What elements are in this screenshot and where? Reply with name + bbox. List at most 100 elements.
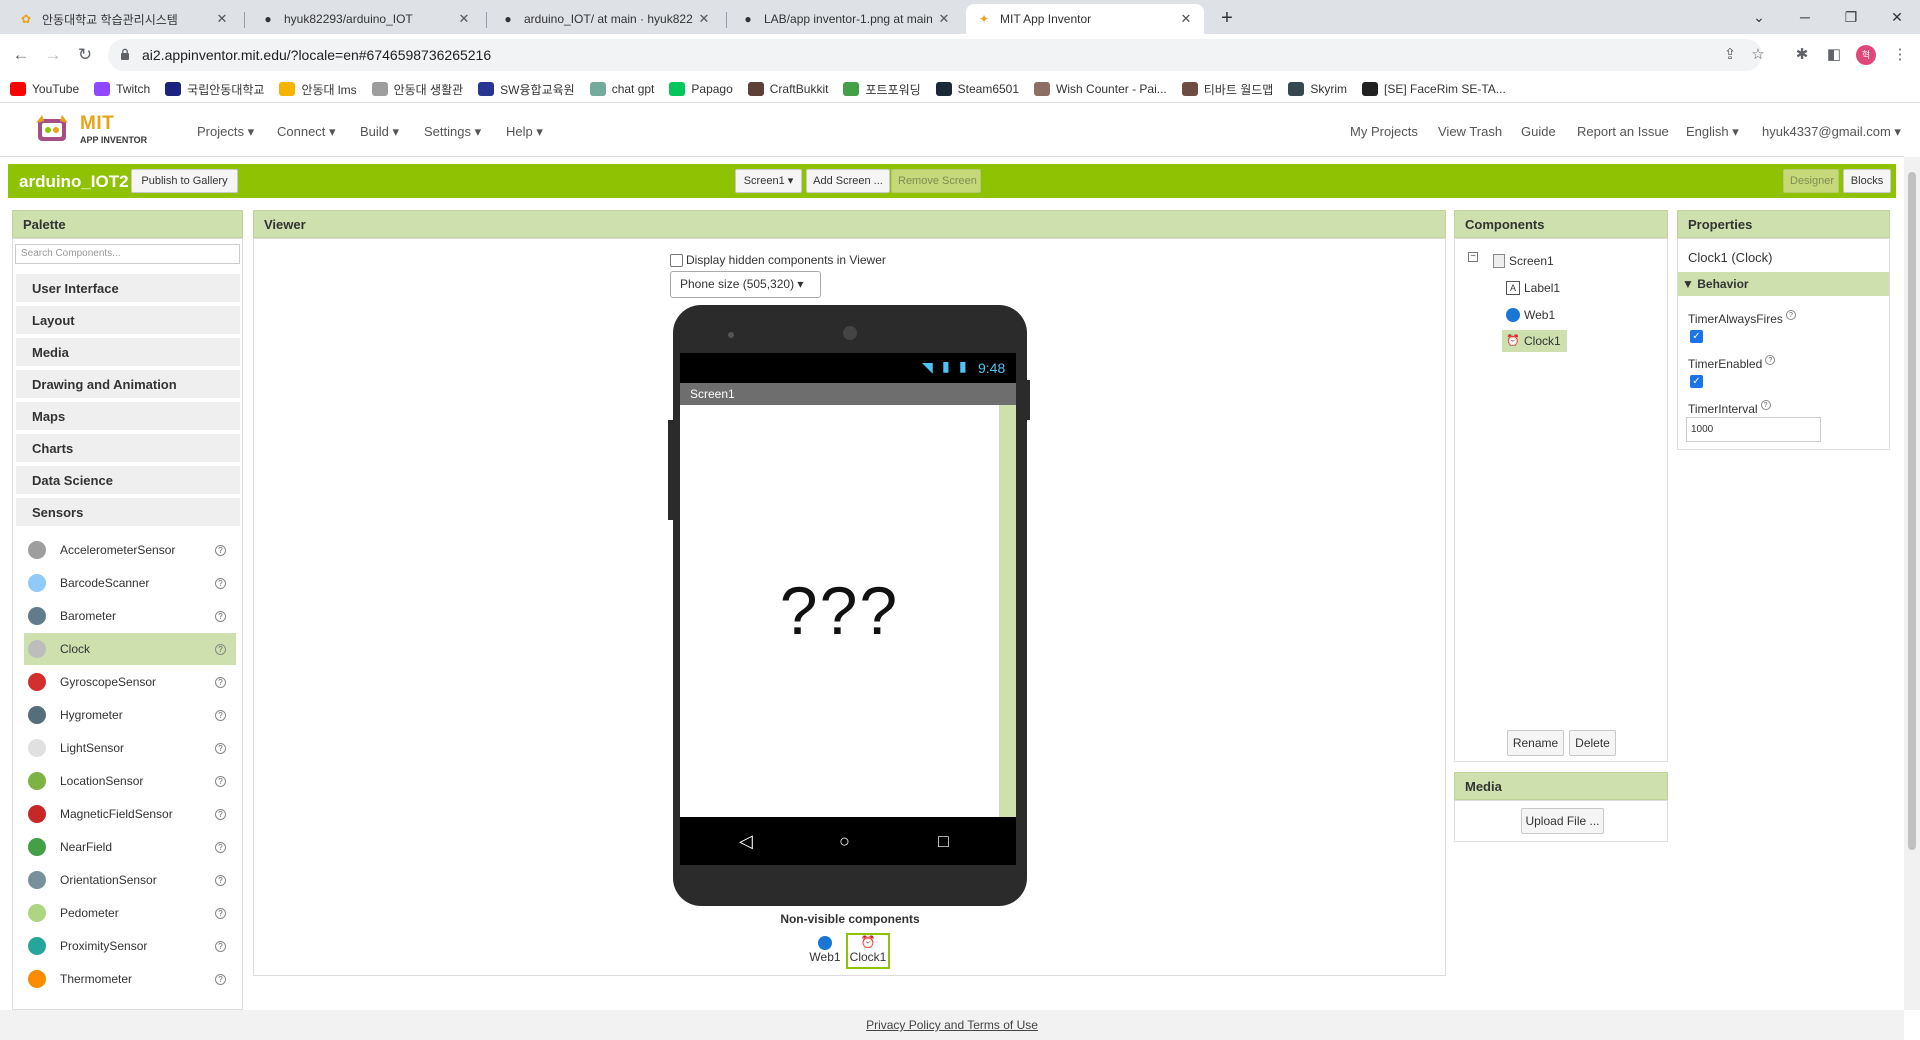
palette-category[interactable]: Charts — [16, 434, 240, 464]
page-scrollbar-thumb[interactable] — [1908, 172, 1916, 850]
add-screen-button[interactable]: Add Screen ... — [806, 169, 890, 193]
phone-size-select[interactable]: Phone size (505,320) ▾ — [670, 271, 821, 298]
chrome-menu-icon[interactable]: ⋮ — [1888, 43, 1912, 67]
help-icon[interactable]: ? — [215, 577, 226, 589]
display-hidden-toggle[interactable]: Display hidden components in Viewer — [670, 253, 886, 267]
palette-item-barometer[interactable]: Barometer? — [24, 600, 236, 632]
help-icon[interactable]: ? — [215, 940, 226, 952]
help-icon[interactable]: ? — [215, 643, 226, 655]
blocks-button[interactable]: Blocks — [1843, 169, 1891, 193]
close-icon[interactable]: ✕ — [456, 11, 472, 27]
window-close-button[interactable]: ✕ — [1874, 4, 1920, 30]
designer-button[interactable]: Designer — [1783, 169, 1839, 193]
link-guide[interactable]: Guide — [1521, 124, 1556, 139]
bookmark-item[interactable]: 국립안동대학교 — [165, 81, 264, 98]
collapse-tree-icon[interactable]: − — [1468, 252, 1478, 262]
label1-text[interactable]: ??? — [680, 572, 999, 650]
browser-tab-github-folder[interactable]: ● arduino_IOT/ at main · hyuk822 ✕ — [490, 4, 722, 34]
link-report-issue[interactable]: Report an Issue — [1577, 124, 1669, 139]
bookmark-item[interactable]: Twitch — [94, 82, 150, 96]
menu-account[interactable]: hyuk4337@gmail.com ▾ — [1762, 124, 1901, 140]
help-icon[interactable]: ? — [215, 907, 226, 919]
tab-search-icon[interactable]: ⌄ — [1736, 4, 1782, 30]
browser-tab-app-inventor[interactable]: ✦ MIT App Inventor ✕ — [966, 4, 1204, 34]
behavior-section[interactable]: ▼ Behavior — [1678, 272, 1889, 296]
help-icon[interactable]: ? — [215, 676, 226, 688]
side-panel-icon[interactable]: ◧ — [1822, 43, 1846, 67]
palette-item-pedometer[interactable]: Pedometer? — [24, 897, 236, 929]
bookmark-item[interactable]: Wish Counter - Pai... — [1034, 82, 1167, 96]
bookmark-item[interactable]: CraftBukkit — [747, 82, 828, 96]
timer-always-fires-checkbox[interactable]: ✓ — [1690, 330, 1703, 343]
tree-web1[interactable]: Web1 — [1506, 304, 1555, 326]
bookmark-item[interactable]: [SE] FaceRim SE-TA... — [1362, 82, 1506, 96]
menu-projects[interactable]: Projects ▾ — [197, 124, 254, 140]
browser-tab-github-png[interactable]: ● LAB/app inventor-1.png at main ✕ — [730, 4, 962, 34]
close-icon[interactable]: ✕ — [1178, 11, 1194, 27]
bookmark-item[interactable]: 안동대 생활관 — [371, 81, 463, 98]
phone-screen-scrollbar[interactable] — [999, 405, 1016, 817]
palette-item-accelerometersensor[interactable]: AccelerometerSensor? — [24, 534, 236, 566]
menu-help[interactable]: Help ▾ — [506, 124, 543, 140]
palette-item-hygrometer[interactable]: Hygrometer? — [24, 699, 236, 731]
close-icon[interactable]: ✕ — [214, 11, 230, 27]
privacy-terms-link[interactable]: Privacy Policy and Terms of Use — [866, 1018, 1038, 1032]
close-icon[interactable]: ✕ — [936, 11, 952, 27]
palette-item-orientationsensor[interactable]: OrientationSensor? — [24, 864, 236, 896]
help-icon[interactable]: ? — [215, 841, 226, 853]
link-my-projects[interactable]: My Projects — [1350, 124, 1418, 139]
palette-category[interactable]: Media — [16, 338, 240, 368]
menu-settings[interactable]: Settings ▾ — [424, 124, 481, 140]
address-bar[interactable]: ai2.appinventor.mit.edu/?locale=en#67465… — [108, 39, 1765, 71]
browser-tab-github-repo[interactable]: ● hyuk82293/arduino_IOT ✕ — [250, 4, 482, 34]
tree-clock1[interactable]: ⏰ Clock1 — [1502, 330, 1567, 352]
palette-search-input[interactable]: Search Components... — [15, 244, 240, 264]
palette-category[interactable]: Maps — [16, 402, 240, 432]
palette-category[interactable]: Layout — [16, 306, 240, 336]
publish-gallery-button[interactable]: Publish to Gallery — [131, 169, 238, 193]
extensions-icon[interactable]: ✱ — [1790, 43, 1814, 67]
palette-item-lightsensor[interactable]: LightSensor? — [24, 732, 236, 764]
nonvisible-clock1[interactable]: ⏰ Clock1 — [846, 933, 890, 969]
palette-category[interactable]: Drawing and Animation — [16, 370, 240, 400]
help-icon[interactable]: ? — [1765, 355, 1776, 365]
menu-connect[interactable]: Connect ▾ — [277, 124, 336, 140]
help-icon[interactable]: ? — [215, 808, 226, 820]
help-icon[interactable]: ? — [215, 775, 226, 787]
palette-category[interactable]: Data Science — [16, 466, 240, 496]
minimize-button[interactable]: ─ — [1782, 4, 1828, 30]
palette-item-locationsensor[interactable]: LocationSensor? — [24, 765, 236, 797]
reload-icon[interactable]: ↻ — [73, 43, 97, 67]
remove-screen-button[interactable]: Remove Screen — [891, 169, 981, 193]
palette-item-clock[interactable]: Clock? — [24, 633, 236, 665]
bookmark-item[interactable]: SW융합교육원 — [478, 81, 575, 98]
timer-interval-input[interactable]: 1000 — [1686, 417, 1821, 442]
palette-item-barcodescanner[interactable]: BarcodeScanner? — [24, 567, 236, 599]
help-icon[interactable]: ? — [1760, 400, 1771, 410]
palette-item-gyroscopesensor[interactable]: GyroscopeSensor? — [24, 666, 236, 698]
close-icon[interactable]: ✕ — [696, 11, 712, 27]
help-icon[interactable]: ? — [215, 610, 226, 622]
timer-enabled-checkbox[interactable]: ✓ — [1690, 375, 1703, 388]
help-icon[interactable]: ? — [1785, 310, 1796, 320]
delete-button[interactable]: Delete — [1569, 730, 1616, 756]
profile-avatar[interactable]: 혁 — [1856, 45, 1876, 65]
tree-screen1[interactable]: Screen1 — [1493, 250, 1554, 272]
nonvisible-web1[interactable]: Web1 — [807, 933, 843, 969]
menu-build[interactable]: Build ▾ — [360, 124, 399, 140]
bookmark-item[interactable]: Papago — [669, 82, 733, 96]
bookmark-item[interactable]: YouTube — [10, 82, 79, 96]
back-icon[interactable]: ← — [9, 43, 33, 67]
restore-button[interactable]: ❐ — [1828, 4, 1874, 30]
bookmark-item[interactable]: Steam6501 — [935, 82, 1019, 96]
tree-label1[interactable]: A Label1 — [1506, 277, 1560, 299]
bookmark-item[interactable]: 티바트 월드맵 — [1181, 81, 1273, 98]
menu-language[interactable]: English ▾ — [1686, 124, 1739, 140]
bookmark-item[interactable]: Skyrim — [1288, 82, 1347, 96]
display-hidden-checkbox[interactable] — [670, 253, 683, 267]
palette-category[interactable]: User Interface — [16, 274, 240, 304]
palette-item-proximitysensor[interactable]: ProximitySensor? — [24, 930, 236, 962]
screen-select-button[interactable]: Screen1 ▾ — [735, 169, 802, 193]
new-tab-button[interactable]: + — [1215, 6, 1239, 30]
help-icon[interactable]: ? — [215, 742, 226, 754]
